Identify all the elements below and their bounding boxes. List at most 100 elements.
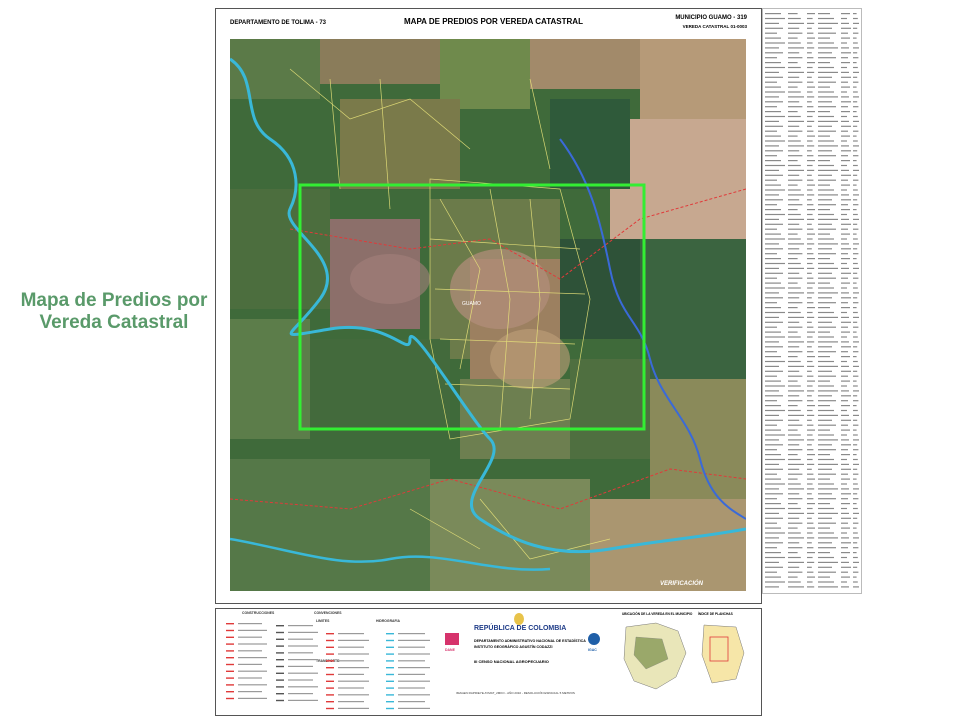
table-cell: [841, 13, 850, 15]
table-cell: [807, 243, 815, 245]
table-cell: [841, 478, 850, 480]
table-cell: [807, 164, 813, 167]
table-cell: [788, 537, 804, 539]
table-cell: [788, 86, 798, 88]
table-cell: [788, 356, 798, 358]
table-cell: [841, 498, 848, 500]
table-cell: [853, 218, 859, 220]
table-cell: [853, 47, 859, 49]
table-cell: [788, 316, 804, 318]
table-cell: [788, 581, 801, 583]
table-cell: [788, 439, 804, 441]
table-cell: [765, 439, 779, 441]
table-cell: [841, 370, 851, 372]
table-cell: [765, 463, 779, 465]
table-cell: [788, 434, 801, 436]
table-cell: [807, 547, 814, 549]
table-cell: [841, 62, 850, 64]
table-cell: [841, 493, 851, 495]
legend-symbol: [326, 707, 334, 710]
table-cell: [841, 66, 847, 69]
map-title: MAPA DE PREDIOS POR VEREDA CATASTRAL: [404, 17, 583, 26]
table-cell: [807, 101, 812, 103]
table-cell: [765, 498, 777, 500]
table-cell: [853, 449, 859, 451]
table-cell: [853, 365, 859, 367]
table-cell: [853, 209, 857, 211]
table-cell: [765, 223, 783, 225]
table-cell: [788, 32, 803, 34]
legend-symbol-label: [398, 694, 430, 696]
table-cell: [765, 194, 779, 196]
table-cell: [853, 277, 859, 279]
table-cell: [807, 424, 814, 426]
table-cell: [765, 209, 781, 211]
table-cell: [765, 101, 783, 103]
imagery-note: VERIFICACIÓN: [660, 580, 704, 587]
table-cell: [788, 189, 801, 191]
table-cell: [853, 125, 858, 127]
legend-symbol-label: [288, 699, 318, 701]
table-cell: [765, 561, 779, 563]
legend-symbol: [386, 673, 394, 676]
table-cell: [841, 552, 850, 554]
table-cell: [853, 356, 857, 358]
table-cell: [807, 13, 815, 15]
table-cell: [841, 135, 850, 137]
satellite-map[interactable]: GUAMO VERIFICACIÓN: [230, 39, 746, 591]
table-cell: [807, 71, 815, 73]
table-cell: [788, 409, 801, 412]
table-cell: [807, 218, 815, 220]
table-cell: [765, 517, 783, 519]
table-cell: [807, 360, 813, 363]
table-cell: [765, 267, 779, 269]
table-cell: [765, 282, 781, 284]
table-cell: [765, 86, 781, 88]
table-cell: [807, 57, 814, 59]
table-cell: [788, 429, 798, 431]
table-cell: [818, 419, 832, 421]
table-cell: [841, 409, 847, 412]
table-cell: [818, 493, 832, 495]
legend-symbol: [386, 680, 394, 682]
municipality-label: MUNICIPIO GUAMO - 319: [675, 15, 747, 21]
table-cell: [853, 454, 857, 456]
table-cell: [765, 566, 783, 568]
legend-symbol-label: [338, 694, 369, 696]
table-cell: [853, 32, 859, 34]
table-cell: [818, 341, 838, 343]
table-cell: [853, 458, 858, 461]
table-cell: [807, 179, 814, 181]
table-cell: [807, 262, 813, 265]
table-cell: [807, 375, 814, 377]
table-cell: [818, 106, 836, 108]
legend-symbol-label: [288, 625, 313, 627]
table-cell: [818, 282, 830, 284]
table-cell: [841, 458, 847, 461]
table-cell: [818, 57, 836, 59]
table-cell: [788, 522, 803, 524]
table-cell: [788, 390, 804, 392]
table-cell: [765, 27, 783, 29]
legend-symbol: [326, 639, 334, 642]
table-cell: [841, 321, 851, 323]
table-cell: [818, 272, 832, 274]
table-cell: [765, 468, 783, 470]
table-cell: [788, 243, 804, 245]
table-cell: [788, 507, 801, 510]
side-caption: Mapa de Predios por Vereda Catastral: [14, 290, 214, 334]
table-cell: [818, 517, 832, 519]
table-cell: [765, 243, 779, 245]
table-cell: [841, 390, 849, 392]
table-cell: [807, 341, 815, 343]
table-cell: [807, 253, 814, 255]
table-cell: [807, 22, 815, 24]
table-cell: [853, 169, 859, 171]
table-cell: [853, 424, 859, 426]
table-cell: [788, 498, 803, 500]
table-cell: [818, 424, 836, 426]
table-cell: [853, 385, 858, 387]
table-cell: [788, 135, 798, 137]
table-cell: [818, 204, 836, 206]
table-cell: [841, 218, 849, 220]
